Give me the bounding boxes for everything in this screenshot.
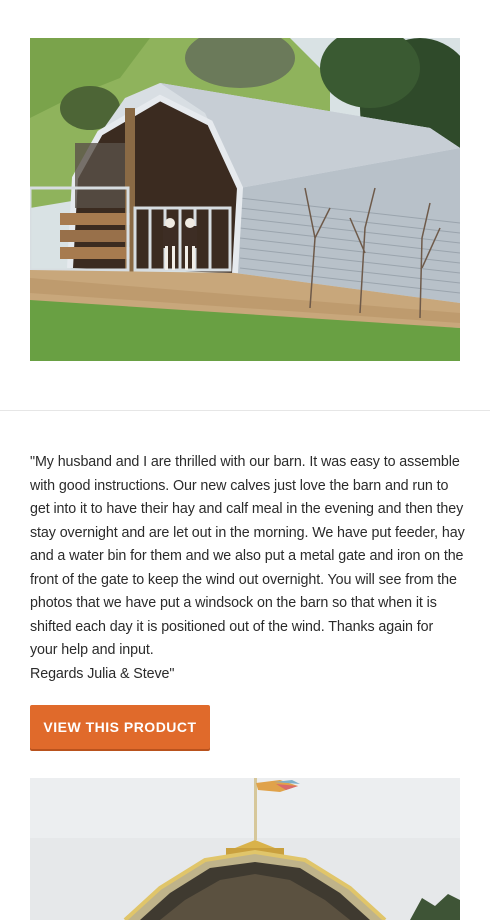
- section-divider: [0, 410, 490, 411]
- testimonial-line: stay overnight and are let out in the mo…: [30, 524, 465, 541]
- testimonial-line: photos that we have put a windsock on th…: [30, 595, 437, 611]
- testimonial-line: "My husband and I are thrilled with our …: [30, 454, 460, 470]
- testimonial-signature: Regards Julia & Steve": [30, 665, 175, 682]
- testimonial-line: and a water bin for them and we also put…: [30, 548, 464, 564]
- view-this-product-button[interactable]: VIEW THIS PRODUCT: [30, 705, 210, 749]
- testimonial-line: with good instructions. Our new calves j…: [30, 477, 449, 494]
- testimonial-line: get into it to have their hay and calf m…: [30, 501, 464, 517]
- testimonial-line: your help and input.: [30, 642, 154, 658]
- testimonial-quote: "My husband and I are thrilled with our …: [30, 451, 470, 686]
- barn-photo-top: [30, 38, 460, 361]
- barn-windsock-image: [30, 778, 460, 920]
- barn-goats-image: [30, 38, 460, 361]
- barn-photo-bottom: [30, 778, 460, 920]
- testimonial-line: shifted each day it is positioned out of…: [30, 618, 434, 635]
- testimonial-line: front of the gate to keep the wind out o…: [30, 571, 457, 588]
